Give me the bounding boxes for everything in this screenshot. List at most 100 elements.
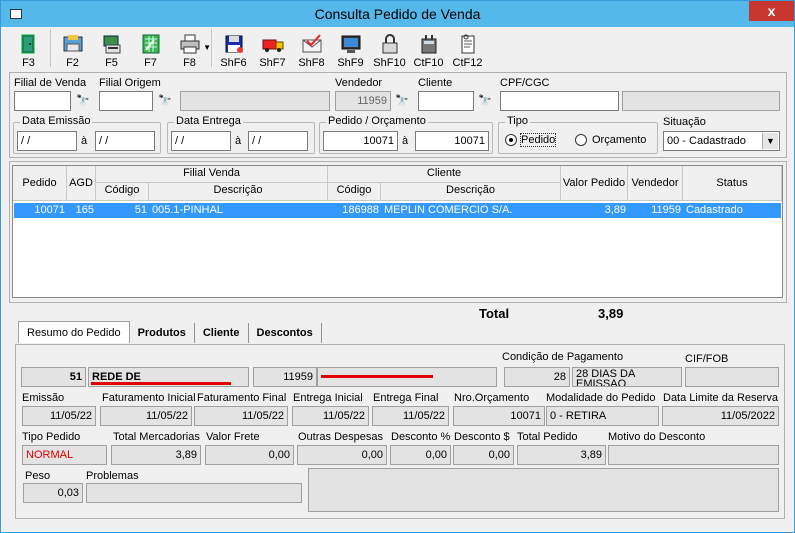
toolbar-label: F2 xyxy=(66,57,79,69)
binoculars-icon[interactable]: 🔭 xyxy=(475,91,495,111)
filial-venda-input[interactable] xyxy=(14,91,71,111)
data-entrega-from[interactable]: / / xyxy=(171,131,231,151)
redaction-mark xyxy=(91,382,231,385)
close-button[interactable]: x xyxy=(749,1,794,21)
data-limite-value: 11/05/2022 xyxy=(662,406,779,426)
toolbar-button-f5[interactable]: F5 xyxy=(92,29,131,69)
toolbar-button-ctf10[interactable]: CtF10 xyxy=(409,29,448,69)
problemas-label: Problemas xyxy=(86,470,139,482)
outras-value: 0,00 xyxy=(297,445,387,465)
toolbar-button-f2[interactable]: F2 xyxy=(53,29,92,69)
peso-label: Peso xyxy=(25,470,51,482)
pedido-from[interactable]: 10071 xyxy=(323,131,398,151)
toolbar-button-shf9[interactable]: ShF9 xyxy=(331,29,370,69)
fat-ini-label: Faturamento Inicial xyxy=(102,392,196,404)
pedido-label: Pedido / Orçamento xyxy=(326,115,428,127)
toolbar-button-shf10[interactable]: ShF10 xyxy=(370,29,409,69)
ent-ini-value: 11/05/22 xyxy=(292,406,369,426)
cliente-input[interactable] xyxy=(418,91,474,111)
col-filial-venda[interactable]: Filial Venda xyxy=(96,166,328,183)
col-status[interactable]: Status xyxy=(683,166,782,201)
data-entrega-label: Data Entrega xyxy=(174,115,243,127)
toolbar-button-shf8[interactable]: ShF8 xyxy=(292,29,331,69)
chevron-down-icon[interactable]: ▼ xyxy=(762,133,778,149)
filial-origem-desc xyxy=(180,91,330,111)
tipo-pedido-label[interactable]: Pedido xyxy=(519,133,557,147)
toolbar-button-ctf12[interactable]: CtF12 xyxy=(448,29,487,69)
tab-cliente[interactable]: Cliente xyxy=(195,323,249,343)
tab-resumo[interactable]: Resumo do Pedido xyxy=(18,321,130,343)
fat-fim-value: 11/05/22 xyxy=(194,406,288,426)
vendedor-label: Vendedor xyxy=(335,77,383,89)
modalidade-value: 0 - RETIRA xyxy=(546,406,659,426)
tipo-pedido-radio[interactable] xyxy=(505,134,517,146)
toolbar-button-f3[interactable]: F3 xyxy=(9,29,48,69)
tipo-orcamento-radio[interactable] xyxy=(575,134,587,146)
lock-icon xyxy=(378,33,402,55)
toolbar-label: F8 xyxy=(183,57,196,69)
desc-val-value: 0,00 xyxy=(453,445,514,465)
range-separator: à xyxy=(81,135,88,147)
toolbar-button-f8[interactable]: F8 ▼ xyxy=(170,29,211,69)
desc-pct-label: Desconto % xyxy=(391,431,451,443)
binoculars-icon[interactable]: 🔭 xyxy=(392,91,412,111)
fat-fim-label: Faturamento Final xyxy=(197,392,287,404)
situacao-value: 00 - Cadastrado xyxy=(667,135,746,147)
toolbar-label: CtF10 xyxy=(413,57,444,69)
total-ped-value: 3,89 xyxy=(517,445,606,465)
modalidade-label: Modalidade do Pedido xyxy=(546,392,656,404)
col-pedido[interactable]: Pedido xyxy=(13,166,67,201)
pedido-to[interactable]: 10071 xyxy=(415,131,489,151)
toolbar: F3 F2 F5 F7 F8 ▼ ShF6 ShF7 ShF8 ShF9 ShF… xyxy=(9,29,487,69)
main-window: Consulta Pedido de Venda x F3 F2 F5 F7 F… xyxy=(0,0,795,533)
situacao-select[interactable]: 00 - Cadastrado ▼ xyxy=(663,131,780,151)
situacao-label: Situação xyxy=(663,116,706,128)
col-cliente[interactable]: Cliente xyxy=(328,166,561,183)
col-vendedor[interactable]: Vendedor xyxy=(628,166,683,201)
total-value: 3,89 xyxy=(598,306,624,321)
motivo-value xyxy=(608,445,779,465)
col-filial-codigo[interactable]: Código xyxy=(96,183,149,201)
cell-filial-codigo: 51 xyxy=(134,204,147,216)
binoculars-icon[interactable]: 🔭 xyxy=(73,91,93,111)
vendedor-input[interactable]: 11959 xyxy=(335,91,391,111)
fat-ini-value: 11/05/22 xyxy=(100,406,192,426)
filial-venda-label: Filial de Venda xyxy=(14,77,87,89)
tab-produtos[interactable]: Produtos xyxy=(130,323,195,343)
toolbar-button-f7[interactable]: F7 xyxy=(131,29,170,69)
cpf-input[interactable] xyxy=(500,91,619,111)
tab-descontos[interactable]: Descontos xyxy=(249,323,322,343)
ent-ini-label: Entrega Inicial xyxy=(293,392,363,404)
col-agd[interactable]: AGD xyxy=(67,166,96,201)
col-cliente-descricao[interactable]: Descrição xyxy=(381,183,561,201)
toolbar-button-shf7[interactable]: ShF7 xyxy=(253,29,292,69)
data-emissao-to[interactable]: / / xyxy=(95,131,155,151)
data-emissao-label: Data Emissão xyxy=(20,115,93,127)
copy-icon xyxy=(100,33,124,55)
data-entrega-to[interactable]: / / xyxy=(248,131,308,151)
toolbar-button-shf6[interactable]: ShF6 xyxy=(214,29,253,69)
cif-label: CIF/FOB xyxy=(685,353,729,365)
filial-origem-input[interactable] xyxy=(99,91,153,111)
emissao-label: Emissão xyxy=(22,392,65,404)
nro-orc-label: Nro.Orçamento xyxy=(454,392,530,404)
tipo-label: Tipo xyxy=(505,115,530,127)
tipo-orcamento-label[interactable]: Orçamento xyxy=(592,134,646,146)
monitor-icon xyxy=(339,33,363,55)
col-cliente-codigo[interactable]: Código xyxy=(328,183,381,201)
ent-fim-value: 11/05/22 xyxy=(372,406,449,426)
cell-cliente-codigo: 186988 xyxy=(342,204,379,216)
total-label: Total xyxy=(479,306,510,321)
col-valor[interactable]: Valor Pedido xyxy=(561,166,628,201)
cell-vendedor: 11959 xyxy=(651,204,681,216)
col-filial-descricao[interactable]: Descrição xyxy=(149,183,328,201)
cell-pedido: 10071 xyxy=(34,204,65,216)
table-row[interactable]: 10071 165 51 005.1-PINHAL 186988 MEPLIN … xyxy=(14,203,781,218)
ent-fim-label: Entrega Final xyxy=(373,392,439,404)
data-emissao-from[interactable]: / / xyxy=(17,131,77,151)
document-icon xyxy=(456,33,480,55)
binoculars-icon[interactable]: 🔭 xyxy=(155,91,175,111)
chevron-down-icon[interactable]: ▼ xyxy=(203,43,211,52)
toolbar-label: ShF9 xyxy=(337,57,364,69)
toolbar-label: F3 xyxy=(22,57,35,69)
